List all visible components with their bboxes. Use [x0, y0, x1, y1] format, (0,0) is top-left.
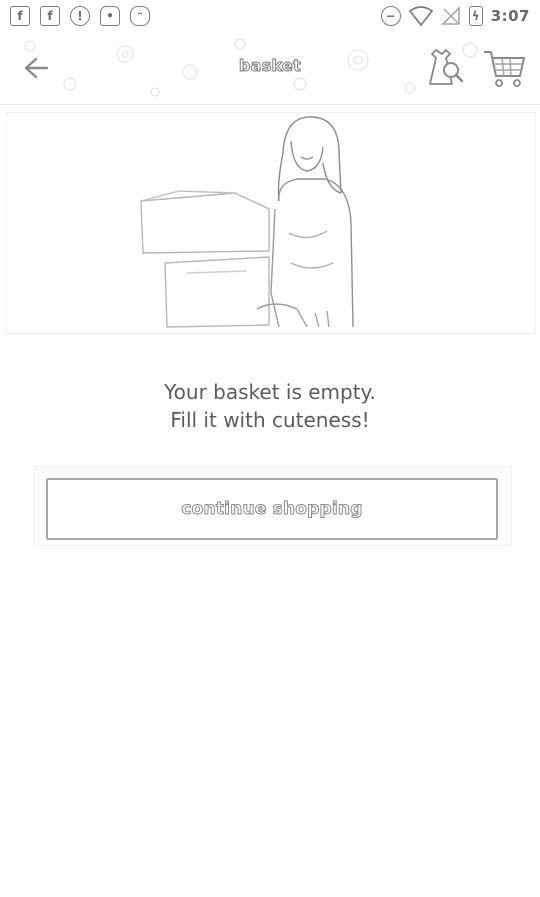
cat-icon: ᵔ [130, 6, 150, 26]
empty-basket-message: Your basket is empty. Fill it with cuten… [0, 378, 540, 434]
empty-message-line1: Your basket is empty. [164, 380, 376, 404]
empty-message-line2: Fill it with cuteness! [170, 408, 370, 432]
facebook-icon: f [10, 6, 30, 26]
status-left: f f ! • ᵔ [10, 5, 150, 27]
lock-icon: • [100, 6, 120, 26]
dress-search-icon [429, 49, 464, 85]
status-bar: f f ! • ᵔ − ϟ 3:07 [0, 0, 540, 33]
status-right: − ϟ 3:07 [380, 5, 530, 27]
girl-with-box-illustration [140, 116, 354, 328]
product-search-button[interactable] [424, 46, 468, 90]
circle-badge-icon: ! [70, 6, 90, 26]
app-header: basket [0, 32, 540, 105]
facebook-icon: f [40, 6, 60, 26]
battery-icon: ϟ [468, 6, 483, 26]
no-signal-icon [440, 6, 460, 25]
continue-shopping-button[interactable]: continue shopping [46, 478, 498, 540]
shopping-cart-icon [484, 51, 525, 87]
status-time: 3:07 [490, 7, 530, 25]
hero-banner [6, 112, 536, 334]
do-not-disturb-icon: − [380, 6, 401, 26]
wifi-icon [408, 6, 433, 26]
cart-button[interactable] [482, 46, 528, 90]
